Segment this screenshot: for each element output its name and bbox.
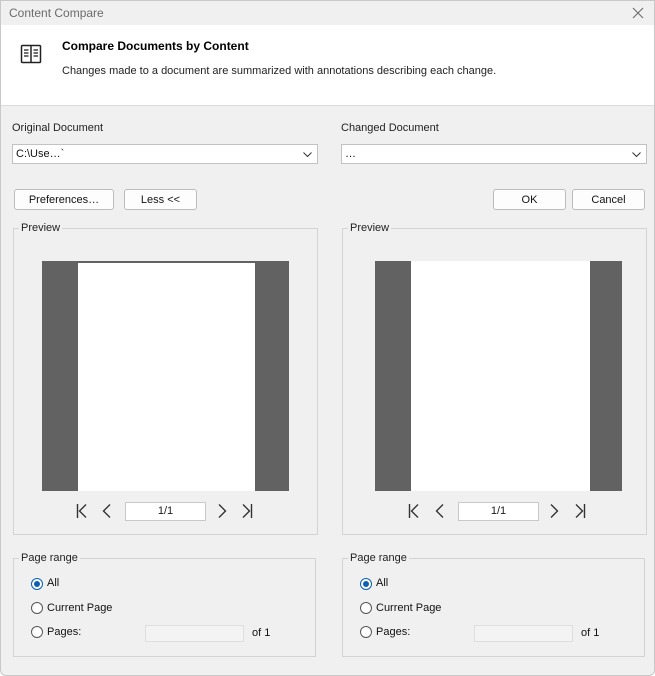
window-title: Content Compare — [9, 6, 104, 20]
right-current-page-radio[interactable] — [360, 602, 372, 614]
left-pages-label[interactable]: Pages: — [47, 626, 81, 638]
left-pages-radio[interactable] — [31, 626, 43, 638]
original-document-value: C:\Use…` — [16, 148, 65, 160]
ok-button[interactable]: OK — [493, 189, 566, 210]
right-pages-label[interactable]: Pages: — [376, 626, 410, 638]
original-document-label: Original Document — [12, 122, 104, 134]
right-current-page-label[interactable]: Current Page — [376, 602, 441, 614]
chevron-down-icon — [303, 152, 312, 158]
first-page-icon[interactable] — [75, 503, 89, 519]
previous-page-icon[interactable] — [100, 503, 114, 519]
left-current-page-radio[interactable] — [31, 602, 43, 614]
header-description: Changes made to a document are summarize… — [62, 65, 497, 77]
previous-page-icon[interactable] — [433, 503, 447, 519]
right-all-label[interactable]: All — [376, 577, 388, 589]
left-all-radio[interactable] — [31, 578, 43, 590]
right-preview-page — [411, 261, 590, 491]
changed-document-value: … — [345, 148, 356, 160]
left-preview-page — [78, 263, 255, 491]
right-preview-frame — [375, 261, 622, 491]
left-page-indicator[interactable]: 1/1 — [125, 502, 206, 521]
right-page-indicator[interactable]: 1/1 — [458, 502, 539, 521]
cancel-button[interactable]: Cancel — [572, 189, 645, 210]
original-document-combo[interactable]: C:\Use…` — [12, 144, 318, 164]
less-button[interactable]: Less << — [124, 189, 197, 210]
left-pages-input[interactable] — [145, 625, 244, 642]
content-compare-dialog: Content Compare Compare Documents by Con… — [0, 0, 655, 676]
chevron-down-icon — [632, 152, 641, 158]
right-preview-label: Preview — [348, 222, 392, 234]
right-all-radio[interactable] — [360, 578, 372, 590]
right-pages-radio[interactable] — [360, 626, 372, 638]
left-page-range-label: Page range — [19, 552, 80, 564]
changed-document-label: Changed Document — [341, 122, 439, 134]
header-title: Compare Documents by Content — [62, 39, 249, 53]
right-of-pages-text: of 1 — [581, 627, 600, 639]
preferences-button[interactable]: Preferences… — [14, 189, 114, 210]
left-preview-label: Preview — [19, 222, 63, 234]
first-page-icon[interactable] — [407, 503, 421, 519]
last-page-icon[interactable] — [240, 503, 254, 519]
left-current-page-label[interactable]: Current Page — [47, 602, 112, 614]
changed-document-combo[interactable]: … — [341, 144, 647, 164]
compare-document-icon — [20, 44, 42, 64]
right-page-range-label: Page range — [348, 552, 409, 564]
close-icon — [632, 7, 644, 19]
left-all-label[interactable]: All — [47, 577, 59, 589]
next-page-icon[interactable] — [215, 503, 229, 519]
next-page-icon[interactable] — [547, 503, 561, 519]
left-of-pages-text: of 1 — [252, 627, 271, 639]
left-preview-frame — [42, 261, 289, 491]
dialog-header: Compare Documents by Content Changes mad… — [1, 25, 654, 106]
close-button[interactable] — [628, 3, 648, 23]
last-page-icon[interactable] — [573, 503, 587, 519]
title-bar: Content Compare — [1, 1, 654, 25]
right-pages-input[interactable] — [474, 625, 573, 642]
